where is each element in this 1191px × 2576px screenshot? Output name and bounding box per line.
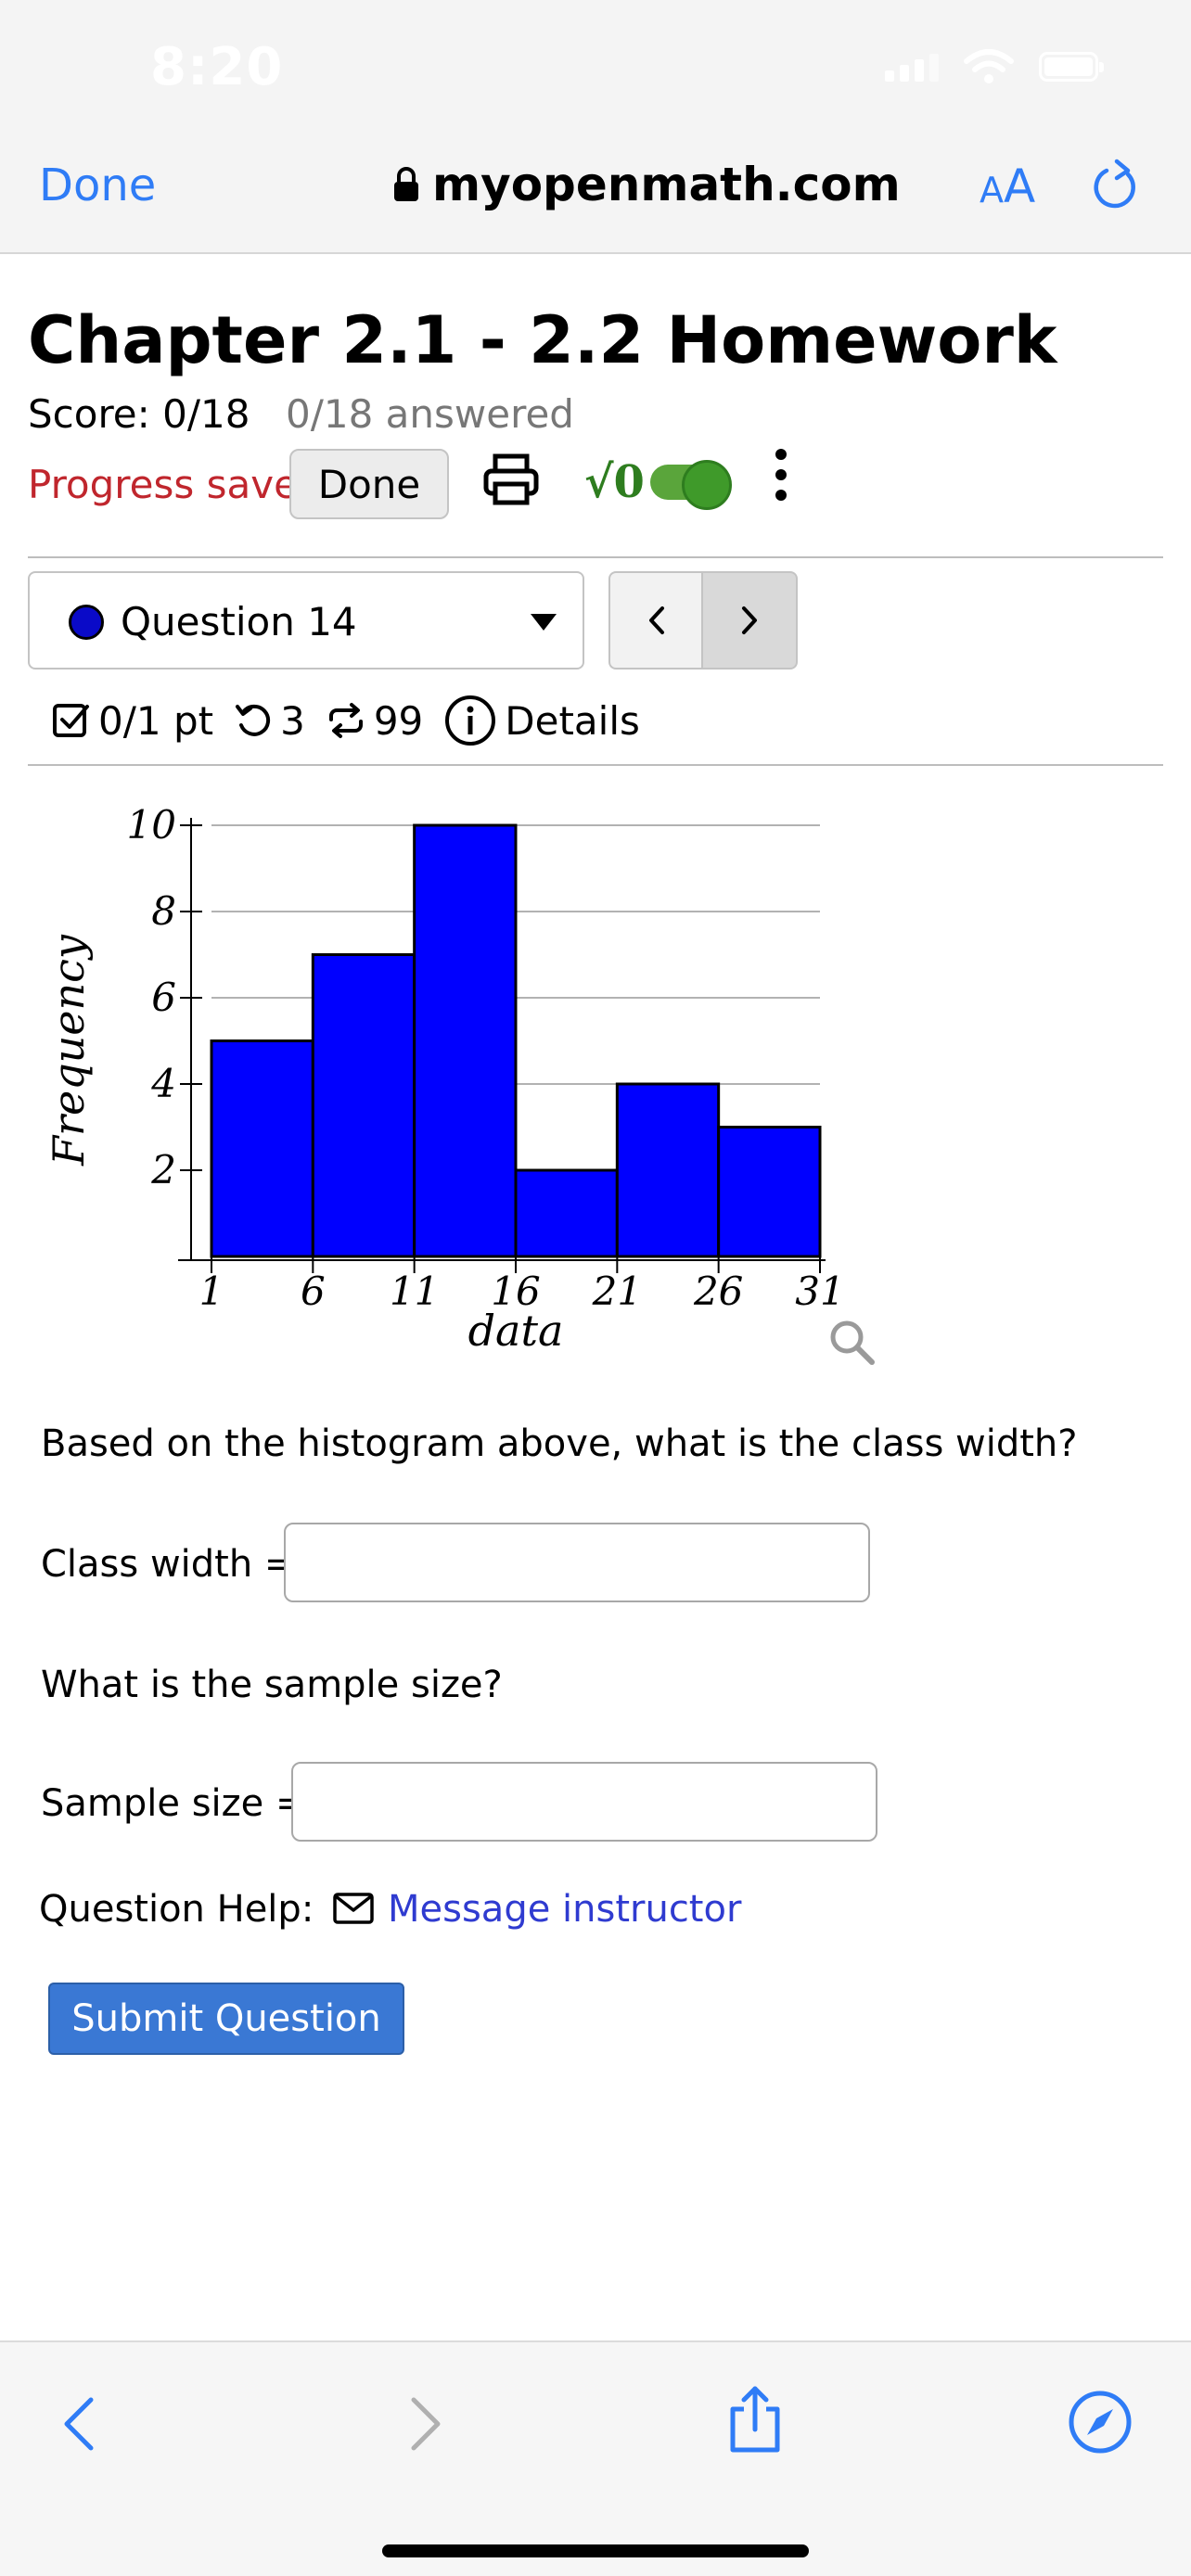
zoom-icon[interactable] [830,1320,875,1365]
y-axis-label: Frequency [44,934,94,1167]
question-prompt: Based on the histogram above, what is th… [41,1422,1078,1465]
details-label: Details [505,697,640,744]
aa-small: A [980,170,1004,210]
histogram-bar [311,953,416,1258]
undo-icon [236,704,271,736]
reload-icon[interactable] [1091,158,1141,213]
y-tick-label: 6 [151,975,176,1020]
histogram-bar [717,1126,822,1258]
page-title: Chapter 2.1 - 2.2 Homework [28,302,1057,378]
browser-toolbar: Done myopenmath.com AA [0,139,1191,254]
question-select[interactable]: Question 14 [28,571,584,670]
submit-question-button[interactable]: Submit Question [48,1983,404,2055]
next-question-button[interactable] [701,571,798,670]
score-text: Score: 0/18 [28,391,250,437]
x-tick-label: 21 [592,1269,642,1314]
share-icon[interactable] [725,2383,785,2455]
address-bar[interactable]: myopenmath.com [393,158,901,211]
x-tick-label: 1 [199,1269,224,1314]
repeat-icon [328,703,363,738]
previous-question-button[interactable] [608,571,703,670]
histogram-chart: 2468101 6 11 16 21 26 31dataFrequency [44,802,875,1365]
browser-done-button[interactable]: Done [39,159,156,211]
chevron-right-icon [742,606,757,634]
status-time: 8:20 [150,37,284,97]
sample-size-input[interactable] [291,1762,877,1842]
aa-big: A [1004,159,1036,213]
y-tick-label: 8 [151,888,176,934]
progress-saved-status: Progress saved [28,462,323,507]
signal-icon [885,52,939,82]
attempts-group: 99 [326,698,423,744]
sample-size-prompt: What is the sample size? [41,1664,503,1706]
divider [28,764,1163,766]
message-instructor-link[interactable]: Message instructor [388,1888,741,1931]
checkbox-icon [53,704,89,737]
more-options-icon[interactable] [775,449,787,501]
mail-icon[interactable] [332,1890,375,1927]
bottom-toolbar [0,2340,1191,2576]
caret-down-icon [531,614,557,631]
question-select-label: Question 14 [121,599,357,644]
sample-size-label: Sample size = [41,1782,307,1825]
toggle-switch[interactable] [649,460,732,510]
histogram-bar [210,1039,314,1258]
y-tick-label: 4 [150,1061,176,1106]
status-bar: 8:20 [0,0,1191,139]
points-text: 0/1 pt [98,697,214,744]
retries-count: 3 [280,697,305,744]
histogram-bar [514,1168,619,1258]
question-help-label: Question Help: [39,1888,314,1931]
done-button[interactable]: Done [289,449,449,519]
histogram-bar [413,823,518,1258]
question-status-dot [69,605,104,640]
home-indicator [382,2544,809,2557]
math-entry-toggle[interactable]: √0 [584,456,732,510]
attempts-count: 99 [373,697,424,744]
x-tick-label: 31 [795,1269,844,1314]
status-icons [885,48,1104,85]
back-icon[interactable] [58,2394,102,2454]
class-width-input[interactable] [284,1523,870,1602]
histogram-bar [615,1082,721,1258]
divider [28,556,1163,558]
chevron-left-icon [649,606,664,634]
sqrt-icon: √0 [584,456,645,508]
lock-icon [394,167,418,201]
info-icon [445,695,496,746]
x-tick-label: 26 [693,1269,743,1314]
x-tick-label: 6 [301,1269,326,1314]
points-group: 0/1 pt [52,698,213,744]
url-text: myopenmath.com [432,158,901,211]
retries-group: 3 [234,698,305,744]
wifi-icon [964,49,1014,83]
print-icon[interactable] [482,451,540,508]
question-meta: 0/1 pt 3 99 Details [52,694,660,747]
battery-icon [1039,52,1104,82]
y-tick-label: 2 [150,1147,176,1192]
details-toggle[interactable]: Details [443,694,640,747]
answered-count: 0/18 answered [286,391,574,437]
class-width-label: Class width = [41,1543,296,1586]
x-tick-label: 11 [390,1269,439,1314]
x-axis-label: data [468,1306,564,1356]
text-size-button[interactable]: AA [980,159,1035,213]
y-tick-label: 10 [127,802,176,848]
compass-icon[interactable] [1067,2389,1133,2455]
forward-icon[interactable] [403,2394,447,2454]
